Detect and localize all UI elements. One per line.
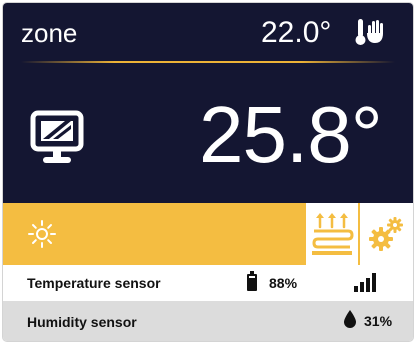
gears-icon bbox=[368, 215, 406, 253]
sensor-label: Temperature sensor bbox=[27, 275, 161, 291]
sensor-label: Humidity sensor bbox=[27, 314, 137, 330]
header-divider bbox=[21, 61, 395, 63]
water-drop-icon bbox=[343, 309, 357, 329]
comfort-mode-button[interactable] bbox=[3, 203, 303, 265]
setpoint-temperature[interactable]: 22.0° bbox=[261, 15, 331, 51]
thermostat-panel: zone 22.0° 25.8° Temperature sensor 88% … bbox=[2, 2, 414, 342]
mode-bar bbox=[3, 203, 413, 265]
battery-level: 88% bbox=[269, 275, 298, 291]
status-header: zone 22.0° 25.8° bbox=[3, 3, 413, 203]
underfloor-heating-icon bbox=[310, 211, 354, 257]
sun-icon bbox=[27, 219, 57, 249]
underfloor-heating-button[interactable] bbox=[306, 203, 358, 265]
settings-button[interactable] bbox=[360, 203, 413, 265]
humidity-sensor-row[interactable]: Humidity sensor 31% bbox=[3, 301, 413, 341]
temperature-sensor-row[interactable]: Temperature sensor 88% bbox=[3, 265, 413, 303]
humidity-level: 31% bbox=[364, 313, 393, 329]
current-temperature: 25.8° bbox=[199, 90, 383, 179]
battery-icon bbox=[246, 270, 258, 292]
manual-mode-icon[interactable] bbox=[351, 15, 387, 51]
zone-label[interactable]: zone bbox=[21, 17, 77, 49]
display-monitor-icon bbox=[29, 109, 89, 169]
signal-bars-icon bbox=[353, 272, 379, 292]
